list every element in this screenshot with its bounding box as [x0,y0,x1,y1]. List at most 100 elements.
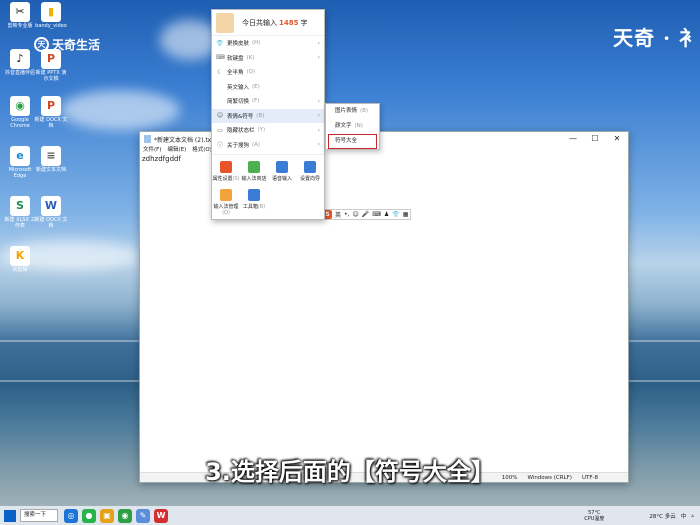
chevron-right-icon: › [317,126,320,134]
menu-item[interactable]: ⓘ 关于搜狗 (A) › [212,138,324,153]
desktop-icon[interactable]: S 新建 XLSX 工作表 [3,196,37,229]
tool-label: 输入法商店 [241,176,267,182]
ime-context-menu: 今日共输入 1485 字 👕 更换皮肤 (H) › ⌨ 软键盘 (K) › ☾ 全半角 (Q) 英文输… [211,9,325,220]
avatar [216,12,234,33]
maximize-button[interactable]: ☐ [584,132,606,146]
user-icon[interactable]: ♟ [384,211,389,218]
notepad-icon [144,135,151,143]
tool-shortcut: (S) [232,176,240,182]
submenu-item[interactable]: 颜文字 (N) [326,119,379,134]
tools-grid: 属性设置(S) 输入法商店 语音输入 设置向导输入法管理(O) 工具箱(B) [212,154,324,216]
menu-item[interactable]: 简繁切换 (F) › [212,94,324,109]
toolbox-icon[interactable]: ▦ [403,211,409,218]
menu-item-label: 简繁切换 [227,99,250,106]
submenu-item-label: 符号大全 [335,138,358,144]
tool-item[interactable]: 设置向导 [296,159,324,187]
chevron-right-icon: › [317,97,320,105]
microphone-icon[interactable]: 🎤 [362,211,369,218]
menu-item-shortcut: (E) [252,83,260,90]
menu-item[interactable]: 👕 更换皮肤 (H) › [212,36,324,51]
taskbar-app-icon[interactable]: ◉ [118,508,132,523]
chevron-right-icon: › [317,141,320,149]
taskbar-app-icon[interactable]: ● [82,508,96,523]
menu-item-label: 全半角 [227,70,244,77]
minimize-button[interactable]: — [562,132,584,146]
tool-item[interactable]: 语音输入 [268,159,296,187]
menu-format[interactable]: 格式(O) [192,146,212,155]
desktop-icon[interactable]: P 新建 PPTX 演示文稿 [34,49,68,82]
desktop-icon-label: 新建 DOCX 文档 [34,217,68,229]
menu-item[interactable]: ☾ 全半角 (Q) [212,65,324,80]
app-icon: K [10,246,30,266]
keyboard-icon[interactable]: ⌨ [372,211,381,218]
submenu-item-shortcut: (B) [360,108,369,114]
app-icon: P [41,96,61,116]
menu-item-label: 隐藏状态栏 [227,128,255,135]
menu-item-label: 更换皮肤 [227,41,250,48]
menu-item-icon: 👕 [216,39,224,47]
desktop-icon[interactable]: ▮ bandy_video [34,2,68,29]
menu-item-icon: ⌨ [216,54,225,62]
window-controls: — ☐ ✕ [562,132,628,146]
start-button[interactable] [4,509,16,522]
menu-item-shortcut: (A) [252,141,261,148]
ime-mode-toggle[interactable]: 英 [335,210,341,219]
tool-shortcut: (O) [222,210,230,216]
ime-indicator[interactable]: 中 [681,512,687,520]
menu-item-label: 表情&符号 [227,113,254,120]
tool-item[interactable]: 工具箱(B) [240,187,268,215]
network-icon[interactable]: ▵ [691,513,694,519]
system-tray: 57°C CPU温度 28°C 多云 中 ▵ [584,506,694,525]
desktop-icon[interactable]: K 快剪辑 [3,246,37,273]
menu-item-icon: ☺ [216,112,224,120]
menu-item-icon: ▭ [217,126,223,134]
app-icon: P [41,49,61,69]
tool-item[interactable]: 属性设置(S) [212,159,240,187]
desktop-icon[interactable]: W 新建 DOCX 文档 [34,196,68,229]
skin-icon[interactable]: 👕 [392,211,399,218]
taskbar-app-icon[interactable]: ✎ [136,508,150,523]
menu-item[interactable]: 英文输入 (E) [212,80,324,95]
submenu-item[interactable]: 符号大全 [328,134,377,149]
menu-edit[interactable]: 编辑(E) [167,146,186,155]
desktop-icon[interactable]: e Microsoft Edge [3,146,37,179]
desktop-icon[interactable]: ◉ Google Chrome [3,96,37,129]
punctuation-icon[interactable]: •, [344,211,349,218]
tool-item[interactable]: 输入法商店 [240,159,268,187]
desktop-icon[interactable]: P 新建 DOCX 文档 [34,96,68,129]
taskbar-app-icon[interactable]: W [154,508,168,523]
submenu-item[interactable]: 图片表情 (B) [326,104,379,119]
menu-item[interactable]: ⌨ 软键盘 (K) › [212,51,324,66]
menu-item[interactable]: ☺ 表情&符号 (B) › [212,108,324,123]
desktop-icon[interactable]: ♪ 抖音直播伴侣 [3,49,37,76]
tool-icon [220,189,232,201]
menu-item-shortcut: (K) [246,54,255,61]
app-icon: ▮ [41,2,61,22]
weather[interactable]: 28°C 多云 [649,512,675,520]
menu-item-label: 英文输入 [227,84,250,91]
menu-file[interactable]: 文件(F) [143,146,161,155]
desktop-icon-label: Google Chrome [10,117,30,129]
tool-shortcut: (B) [257,204,266,210]
chevron-right-icon: › [317,54,320,62]
close-button[interactable]: ✕ [606,132,628,146]
menu-item-label: 软键盘 [227,55,244,62]
app-icon: ◉ [10,96,30,116]
taskbar-app-icon[interactable]: ▣ [100,508,114,523]
menu-item-shortcut: (B) [256,112,265,119]
taskbar-search[interactable]: 搜索一下 [20,509,58,522]
desktop-icon[interactable]: ≡ 新建文本文档 [34,146,68,173]
ime-status-bar[interactable]: S 英 •, ☺ 🎤 ⌨ ♟ 👕 ▦ [320,209,412,220]
emoji-icon[interactable]: ☺ [352,211,358,218]
desktop-icon[interactable]: ✂ 剪映专业版 [3,2,37,29]
menu-item-shortcut: (H) [252,40,261,47]
menu-item-icon: ☾ [217,68,223,76]
desktop-icon-label: 新建 DOCX 文档 [34,117,68,129]
taskbar-app-icon[interactable]: ◎ [64,508,78,523]
menu-item-label: 关于搜狗 [227,142,250,149]
menu-item[interactable]: ▭ 隐藏状态栏 (Y) › [212,123,324,138]
tool-item[interactable]: 输入法管理(O) [212,187,240,216]
chevron-right-icon: › [317,112,320,120]
tool-label: 属性设置 [212,176,233,182]
emoji-symbol-submenu: 图片表情 (B) 颜文字 (N) 符号大全 [325,103,380,150]
